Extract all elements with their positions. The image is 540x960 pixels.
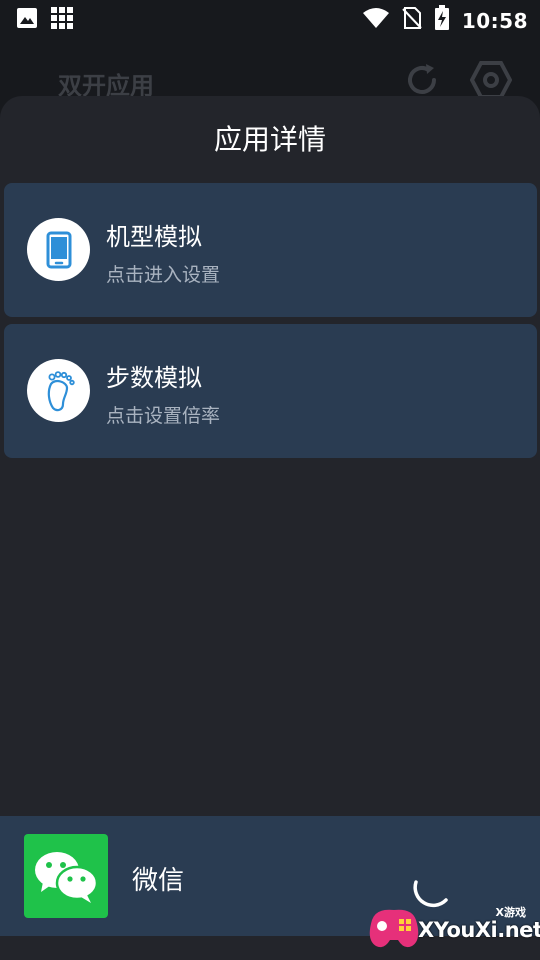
device-simulation-card[interactable]: 机型模拟 点击进入设置 <box>4 183 537 317</box>
clock: 10:58 <box>461 8 528 33</box>
gamepad-logo-icon <box>366 902 422 960</box>
app-name: 微信 <box>132 866 185 896</box>
image-icon <box>16 7 38 34</box>
footprint-icon <box>27 359 90 422</box>
card-title: 机型模拟 <box>106 223 202 251</box>
card-subtitle: 点击进入设置 <box>106 264 221 286</box>
card-subtitle: 点击设置倍率 <box>106 405 221 427</box>
wifi-icon <box>362 7 390 34</box>
card-title: 步数模拟 <box>106 364 202 392</box>
grid-icon <box>50 6 74 35</box>
step-simulation-card[interactable]: 步数模拟 点击设置倍率 <box>4 324 537 458</box>
phone-icon <box>27 218 90 281</box>
screen: 10:58 双开应用 应用详情 机型模拟 点击进入设置 步数模拟 点击设置倍率 … <box>0 0 540 960</box>
no-sim-icon <box>402 6 422 35</box>
wechat-icon <box>24 834 108 918</box>
watermark: X游戏 XYouXi.net <box>366 900 540 960</box>
sheet-title: 应用详情 <box>213 123 326 156</box>
status-bar: 10:58 <box>0 0 540 38</box>
battery-charging-icon <box>434 5 450 36</box>
watermark-text: XYouXi.net <box>418 918 540 942</box>
